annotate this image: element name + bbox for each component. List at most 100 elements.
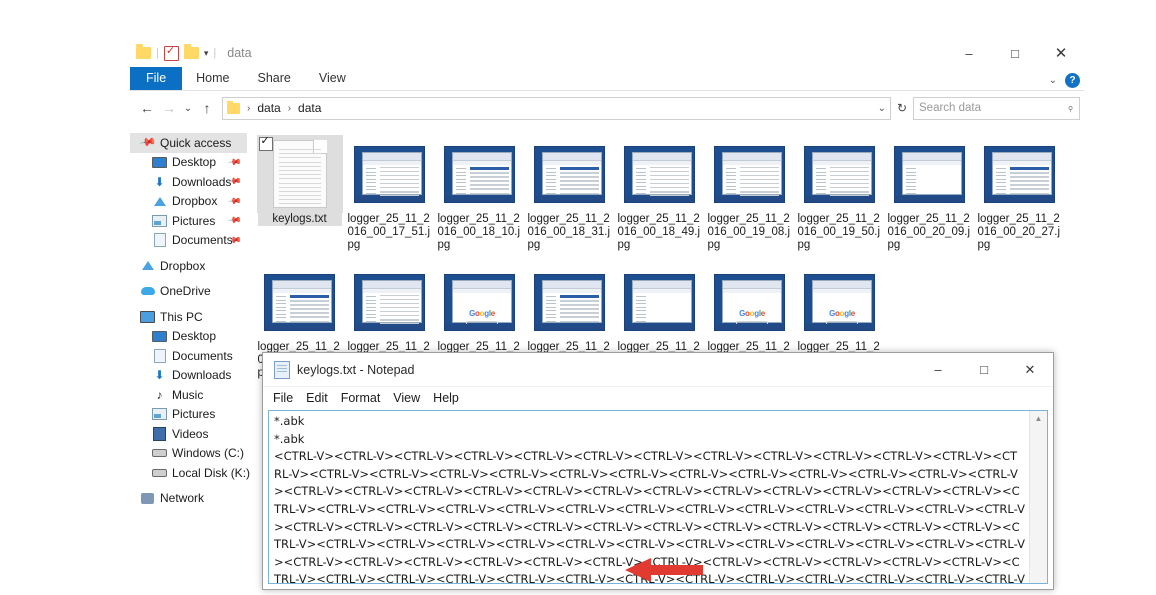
properties-icon[interactable] [163,44,179,61]
file-thumbnail[interactable]: Google [707,263,793,341]
file-thumbnail[interactable] [797,135,883,213]
file-thumbnail[interactable]: Google [437,263,523,341]
file-thumbnail[interactable] [707,135,793,213]
new-folder-icon[interactable] [183,44,199,59]
breadcrumb-item-2[interactable]: data [298,101,321,115]
breadcrumb-item-1[interactable]: data [257,101,280,115]
pin-icon[interactable]: 📌 [227,154,242,170]
help-icon[interactable]: ? [1065,73,1080,88]
thumbnail-toolbar [903,160,961,165]
thumbnail-file-list [1010,166,1049,202]
minimize-button[interactable]: – [946,38,992,68]
thumbnail-taskbar [895,195,964,202]
vertical-scrollbar[interactable]: ▲ [1029,411,1047,583]
sidebar-item-local-disk-k[interactable]: Local Disk (K:) [130,463,250,483]
file-thumbnail[interactable] [257,263,343,341]
file-tile[interactable]: logger_25_11_2016_00_19_50.jpg [795,133,884,252]
tab-home[interactable]: Home [182,68,243,90]
file-name-label: keylogs.txt [257,213,342,226]
sidebar-item-pictures[interactable]: Pictures 📌 [130,211,247,231]
address-dropdown-icon[interactable]: ⌄ [878,103,886,114]
file-thumbnail[interactable] [347,263,433,341]
file-tile[interactable]: logger_25_11_2016_00_18_10.jpg [435,133,524,252]
sidebar-item-documents[interactable]: Documents [130,346,247,366]
thumbnail-sidebar [814,165,828,197]
file-tile[interactable]: logger_25_11_2016_00_19_08.jpg [705,133,794,252]
sidebar-item-music[interactable]: ♪ Music [130,385,247,405]
file-thumbnail[interactable] [527,263,613,341]
thumbnail-toolbar [633,288,691,293]
file-thumbnail[interactable] [977,135,1063,213]
sidebar-item-label: Windows (C:) [172,446,245,461]
tab-file[interactable]: File [130,67,183,90]
drive-icon [152,449,167,458]
pin-icon[interactable]: 📌 [227,193,242,209]
file-thumbnail[interactable] [527,135,613,213]
menu-file[interactable]: File [273,391,302,405]
scroll-up-icon[interactable]: ▲ [1030,411,1047,426]
file-tile[interactable]: logger_25_11_2016_00_17_51.jpg [345,133,434,252]
up-button[interactable]: ↑ [196,97,218,119]
sidebar-item-label: Dropbox [172,194,218,209]
thumbnail-file-list [560,166,599,202]
file-tile[interactable]: logger_25_11_2016_00_20_09.jpg [885,133,974,252]
file-thumbnail[interactable] [437,135,523,213]
menu-view[interactable]: View [393,391,429,405]
sidebar-item-network[interactable]: Network [130,489,247,509]
screenshot-thumbnail [714,145,785,203]
file-tile[interactable]: logger_25_11_2016_00_18_31.jpg [525,133,614,252]
search-input[interactable]: Search data ⌕ [913,96,1080,120]
sidebar-item-onedrive[interactable]: OneDrive [130,282,247,302]
notepad-minimize-button[interactable]: – [915,353,961,386]
folder-icon[interactable] [136,44,151,59]
sidebar-item-documents[interactable]: Documents 📌 [130,231,247,251]
recent-locations-button[interactable]: ⌄ [180,97,196,119]
sidebar-item-videos[interactable]: Videos [130,424,247,444]
refresh-icon[interactable]: ↻ [891,97,913,119]
sidebar-item-desktop[interactable]: Desktop 📌 [130,153,247,173]
sidebar-item-windows-c[interactable]: Windows (C:) [130,444,247,464]
sidebar-item-dropbox[interactable]: Dropbox 📌 [130,192,247,212]
pin-icon[interactable]: 📌 [227,213,242,229]
menu-help[interactable]: Help [433,391,468,405]
sidebar-item-quick-access[interactable]: 📌 Quick access [130,133,247,153]
tab-view[interactable]: View [305,68,360,90]
chevron-down-icon[interactable]: ⌄ [1049,75,1057,86]
sidebar-item-pictures[interactable]: Pictures [130,405,247,425]
menu-format[interactable]: Format [341,391,390,405]
file-name-label: logger_25_11_2016_00_18_10.jpg [437,213,521,251]
file-thumbnail[interactable]: Google [797,263,883,341]
toolbar-divider: | [156,46,159,59]
sidebar-item-dropbox[interactable]: Dropbox [130,256,247,276]
sidebar-item-desktop[interactable]: Desktop [130,327,247,347]
file-tile[interactable]: logger_25_11_2016_00_18_49.jpg [615,133,704,252]
sidebar-item-this-pc[interactable]: This PC [130,307,247,327]
toolbar-divider-2: | [213,46,217,59]
thumbnail-taskbar [805,195,874,202]
breadcrumb[interactable]: › data › data ⌄ [222,96,891,120]
sidebar-item-downloads[interactable]: ⬇ Downloads 📌 [130,172,247,192]
thumbnail-file-list [380,294,419,329]
file-thumbnail[interactable] [617,135,703,213]
tab-share[interactable]: Share [244,68,305,90]
customize-dropdown-icon[interactable]: ▾ [204,48,209,59]
back-button[interactable]: ← [136,97,158,119]
menu-edit[interactable]: Edit [306,391,337,405]
sidebar-item-downloads[interactable]: ⬇ Downloads [130,366,247,386]
file-thumbnail[interactable] [617,263,703,341]
notepad-close-button[interactable]: ✕ [1007,353,1053,386]
close-button[interactable]: ✕ [1038,38,1084,68]
maximize-button[interactable]: □ [992,38,1038,68]
file-thumbnail[interactable] [887,135,973,213]
file-thumbnail[interactable] [347,135,433,213]
sidebar-item-label: Desktop [172,329,217,344]
file-thumbnail[interactable] [256,134,343,213]
file-tile[interactable]: logger_25_11_2016_00_20_27.jpg [975,133,1064,252]
screenshot-thumbnail [624,145,695,203]
notepad-maximize-button[interactable]: □ [961,353,1007,386]
google-logo-icon: Google [469,308,495,318]
notepad-title: keylogs.txt - Notepad [297,362,415,377]
sidebar-item-label: Videos [172,426,209,441]
selection-checkbox[interactable] [258,134,273,151]
file-tile[interactable]: keylogs.txt [255,133,344,252]
